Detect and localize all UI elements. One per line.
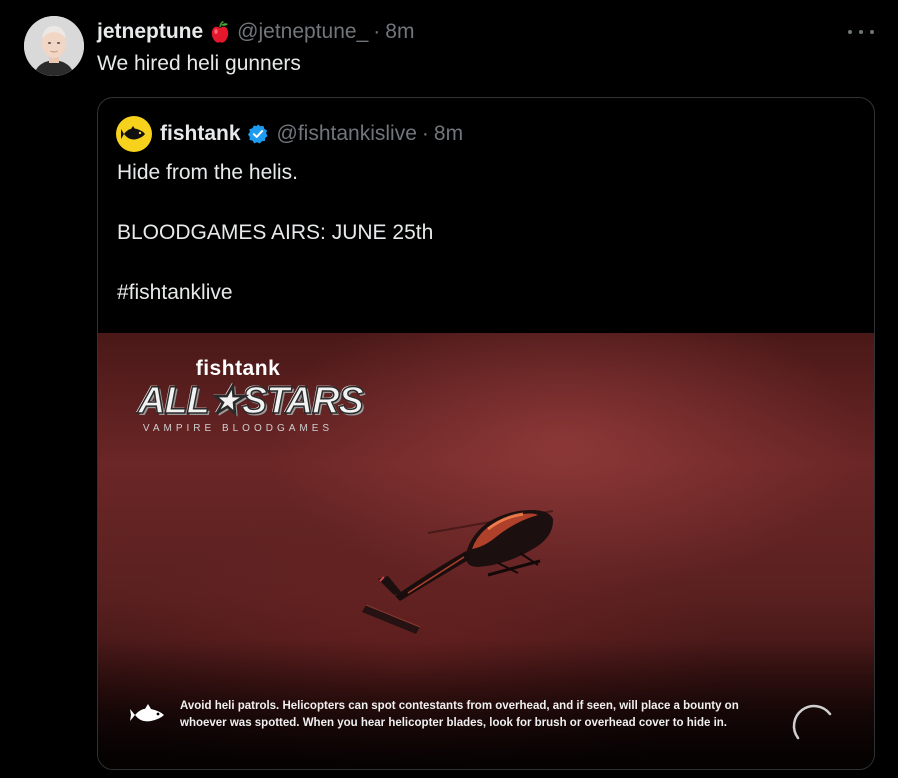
author-name[interactable]: jetneptune (97, 20, 203, 44)
logo-brand: fishtank (195, 357, 281, 380)
separator: · (373, 20, 381, 43)
quoted-line: Hide from the helis. (117, 161, 298, 184)
logo-subtitle: VAMPIRE BLOODGAMES (142, 423, 334, 434)
fish-logo-icon (130, 704, 164, 722)
caption-row: Avoid heli patrols. Helicopters can spot… (130, 698, 780, 732)
quoted-timestamp[interactable]: 8m (434, 122, 463, 146)
quoted-line: BLOODGAMES AIRS: JUNE 25th (117, 221, 434, 244)
tweet-text: We hired heli gunners (97, 52, 301, 75)
quoted-tweet-header: fishtank @fishtankislive · 8m (116, 116, 463, 152)
tweet-header: jetneptune @jetneptune_ · 8m (97, 18, 414, 46)
fishtank-allstars-logo: fishtank ALL★STARS VAMPIRE BLOODGAMES (137, 357, 364, 434)
timestamp[interactable]: 8m (385, 20, 414, 44)
separator: · (421, 122, 429, 145)
helicopter-image (362, 510, 554, 634)
quoted-author-handle[interactable]: @fishtankislive (277, 122, 417, 146)
quoted-hashtag[interactable]: #fishtanklive (117, 278, 433, 308)
more-options-icon[interactable] (848, 22, 874, 42)
video-caption: Avoid heli patrols. Helicopters can spot… (180, 700, 739, 729)
quoted-tweet-text: Hide from the helis. BLOODGAMES AIRS: JU… (117, 158, 433, 308)
loading-spinner-icon (792, 704, 832, 740)
quoted-tweet[interactable]: fishtank @fishtankislive · 8m Hide from … (97, 97, 875, 770)
video-player[interactable]: fishtank ALL★STARS VAMPIRE BLOODGAMES Av… (98, 333, 874, 769)
quoted-author-name[interactable]: fishtank (160, 122, 241, 146)
verified-badge-icon (247, 123, 269, 145)
apple-icon (209, 20, 231, 44)
fishtank-avatar (116, 116, 152, 152)
avatar[interactable] (24, 16, 84, 76)
author-handle[interactable]: @jetneptune_ (237, 20, 368, 44)
logo-title: ALL★STARS (137, 380, 364, 422)
